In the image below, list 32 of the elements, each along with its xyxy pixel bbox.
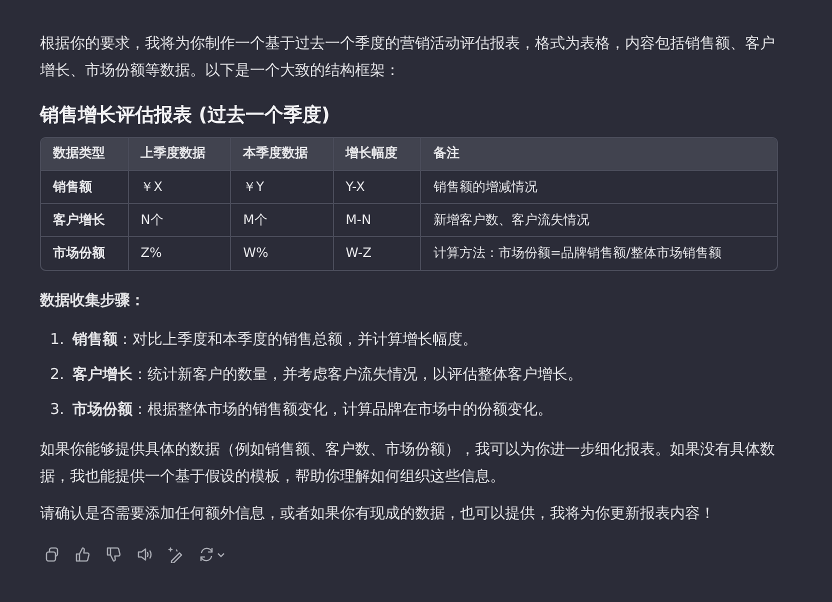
table-cell: 计算方法：市场份额=品牌销售额/整体市场销售额 — [420, 236, 777, 270]
paragraph: 如果你能够提供具体的数据（例如销售额、客户数、市场份额），我可以为你进一步细化报表。如果没有具体数据，我也能提供一个基于假设的模板，帮助你理解如何组织这些信息。 — [40, 439, 776, 488]
column-header: 数据类型 — [41, 138, 128, 171]
refresh-icon — [198, 546, 215, 564]
table-cell: Y-X — [333, 170, 421, 204]
column-header: 上季度数据 — [128, 138, 231, 171]
table-cell: 销售额 — [41, 170, 128, 204]
table-cell: M个 — [230, 204, 334, 237]
column-header: 备注 — [420, 138, 777, 171]
step-text: 市场份额：根据整体市场的销售额变化，计算品牌在市场中的份额变化。 — [72, 398, 552, 420]
table-cell: 市场份额 — [41, 236, 128, 270]
column-header: 本季度数据 — [230, 138, 334, 171]
thumbs-up-icon — [74, 546, 91, 564]
report-heading: 销售增长评估报表 (过去一个季度) — [40, 104, 331, 127]
step-text: 客户增长：统计新客户的数量，并考虑客户流失情况，以评估整体客户增长。 — [72, 364, 582, 385]
table-cell: M-N — [333, 204, 421, 237]
table-cell: ￥Y — [230, 170, 334, 204]
list-number: 2. — [50, 364, 64, 385]
list-number: 3. — [50, 398, 64, 420]
speaker-icon — [136, 546, 153, 564]
thumbs-down-icon — [105, 546, 122, 564]
table-cell: 客户增长 — [41, 204, 128, 237]
table-cell: ￥X — [128, 170, 231, 204]
copy-icon — [43, 546, 60, 564]
paragraph: 请确认是否需要添加任何额外信息，或者如果你有现成的数据，也可以提供，我将为你更新报表内容！ — [40, 503, 716, 524]
step-text: 销售额：对比上季度和本季度的销售总额，并计算增长幅度。 — [72, 328, 478, 350]
table-cell: N个 — [128, 204, 231, 237]
column-header: 增长幅度 — [333, 138, 421, 171]
list-number: 1. — [50, 328, 64, 350]
magic-pen-icon — [167, 546, 184, 564]
steps-title: 数据收集步骤： — [40, 290, 146, 311]
intro-paragraph: 根据你的要求，我将为你制作一个基于过去一个季度的营销活动评估报表，格式为表格，内容包括销售额、客户增长、市场份额等数据。以下是一个大致的结构框架： — [40, 33, 776, 81]
